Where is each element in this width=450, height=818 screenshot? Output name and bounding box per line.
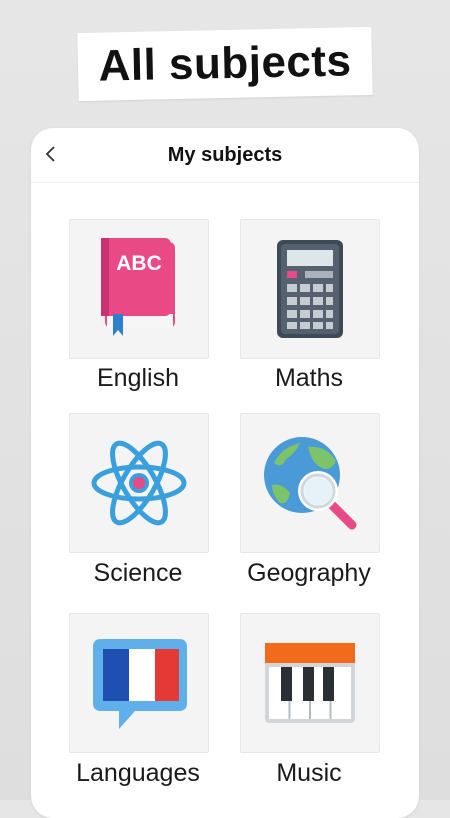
- svg-text:ABC: ABC: [116, 252, 162, 275]
- subject-label-maths: Maths: [274, 364, 344, 392]
- page-title: My subjects: [167, 143, 283, 166]
- app-screen: My subjects ABC English Maths Science Ge…: [31, 128, 419, 818]
- app-header: My subjects: [31, 128, 419, 183]
- subject-tile-languages[interactable]: [69, 613, 209, 753]
- atom-icon: [91, 440, 187, 526]
- subject-tile-science[interactable]: [69, 413, 209, 553]
- subject-label-english: English: [97, 364, 179, 392]
- subject-tile-english[interactable]: ABC: [69, 219, 209, 359]
- subject-label-science: Science: [93, 559, 183, 587]
- promo-banner: All subjects: [77, 26, 373, 102]
- chevron-left-icon: [45, 146, 55, 162]
- subject-label-languages: Languages: [76, 759, 200, 787]
- back-button[interactable]: [39, 142, 63, 166]
- subject-tile-music[interactable]: [240, 613, 380, 753]
- french-flag-speech-bubble-icon: [93, 639, 187, 729]
- subject-tile-geography[interactable]: [240, 413, 380, 553]
- calculator-icon: [277, 240, 343, 338]
- piano-keys-icon: [265, 643, 355, 723]
- abc-book-icon: ABC: [101, 238, 175, 336]
- subject-tile-maths[interactable]: [240, 219, 380, 359]
- banner-title: All subjects: [98, 36, 352, 91]
- globe-magnifier-icon: [264, 437, 357, 530]
- subject-label-geography: Geography: [247, 559, 371, 587]
- subject-label-music: Music: [276, 759, 342, 787]
